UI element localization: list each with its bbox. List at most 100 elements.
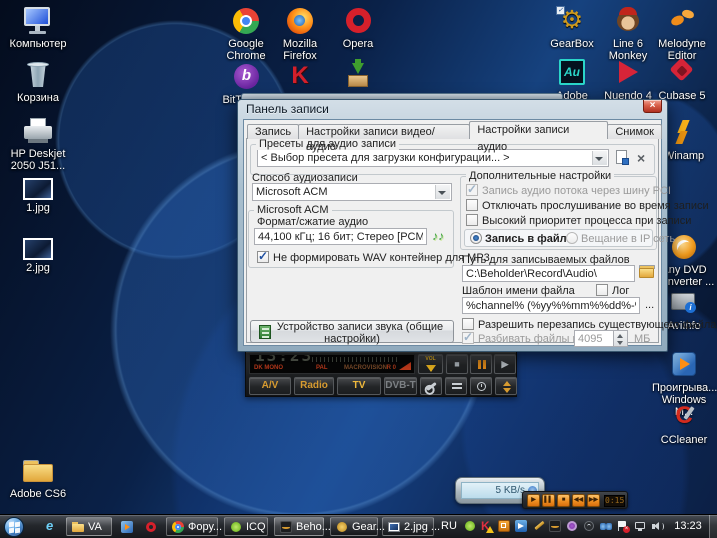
play-icon: ▶	[501, 359, 509, 369]
close-button[interactable]: ×	[643, 100, 662, 113]
desktop-icon-firefox[interactable]: Mozilla Firefox	[268, 6, 332, 62]
tab-audio-settings[interactable]: Настройки записи аудио	[469, 121, 609, 153]
channel-updown-button[interactable]	[495, 377, 517, 395]
tray-dark-circle-icon[interactable]	[583, 520, 595, 532]
taskbar-clock[interactable]: 13:23	[668, 520, 708, 532]
desktop-icon-opera[interactable]: Opera	[326, 6, 390, 50]
tab-snapshot[interactable]: Снимок	[607, 124, 662, 139]
split-unit-label: МБ	[634, 333, 651, 345]
taskbar-button-icq[interactable]: ICQ	[224, 517, 268, 536]
chrome-icon	[229, 6, 263, 36]
gearbox-icon	[336, 521, 348, 533]
tab-video-audio-settings[interactable]: Настройки записи видео/аудио	[298, 124, 471, 153]
desktop-icon-melodyne[interactable]: Melodyne Editor	[650, 6, 714, 62]
taskbar-button-va[interactable]: VA	[66, 517, 112, 536]
opera-icon	[341, 6, 375, 36]
desktop-icon-computer[interactable]: Компьютер	[6, 6, 70, 50]
desktop-icon-adobe-cs6[interactable]: Adobe CS6	[6, 456, 70, 500]
play-button[interactable]: ▶	[494, 354, 516, 374]
desktop-icon-recycle-bin[interactable]: Корзина	[6, 60, 70, 104]
desktop-icon-ccleaner[interactable]: C CCleaner	[652, 402, 716, 446]
mini-rewind-button[interactable]: ◀◀	[572, 494, 585, 507]
dialog-title: Панель записи	[246, 102, 329, 116]
save-preset-button[interactable]	[616, 150, 631, 166]
opera-taskbar-icon[interactable]	[145, 521, 157, 533]
tray-messenger-icon[interactable]	[515, 520, 527, 532]
printer-icon	[21, 116, 55, 146]
wmp-taskbar-icon[interactable]	[121, 521, 133, 533]
overwrite-checkbox[interactable]	[462, 318, 474, 330]
sound-device-button[interactable]: Устройство записи звука (общие настройки…	[250, 320, 454, 345]
tab-record[interactable]: Запись	[247, 124, 300, 139]
tray-network-icon[interactable]	[634, 520, 646, 532]
mini-forward-button[interactable]: ▶▶	[587, 494, 600, 507]
volume-wedge-icon	[399, 362, 411, 370]
desktop-icon-gearbox[interactable]: ⚙ ✓ GearBox	[540, 6, 604, 50]
scheduler-button[interactable]	[470, 377, 492, 395]
settings-wrench-button[interactable]	[420, 377, 442, 395]
template-more-button[interactable]: ...	[645, 299, 654, 311]
wav-container-checkbox[interactable]	[257, 249, 269, 263]
mute-monitor-checkbox[interactable]	[466, 199, 478, 211]
mini-stop-button[interactable]: ■	[557, 494, 570, 507]
mode-dvbt-button[interactable]: DVB-T	[384, 377, 417, 395]
recycle-bin-icon	[21, 60, 55, 90]
taskbar-button-forum[interactable]: Фору...	[166, 517, 222, 536]
filename-template-input[interactable]	[462, 297, 640, 314]
equalizer-button[interactable]	[445, 377, 467, 395]
ie-icon[interactable]: e	[46, 519, 58, 532]
split-size-spinner[interactable]	[614, 330, 628, 347]
browse-folder-button[interactable]	[639, 265, 655, 281]
taskbar-button-gearbox[interactable]: Gear...	[330, 517, 385, 536]
mini-play-button[interactable]: ▶	[527, 494, 540, 507]
desktop-icon-1jpg[interactable]: 1.jpg	[6, 178, 70, 214]
tray-pencil-icon[interactable]	[532, 520, 545, 532]
high-priority-checkbox[interactable]	[466, 214, 478, 226]
show-desktop-button[interactable]	[709, 515, 717, 538]
mini-player-bar: ▶ ▌▌ ■ ◀◀ ▶▶ 0:15	[522, 491, 628, 509]
tray-action-center-icon[interactable]: ×	[617, 520, 630, 533]
volume-button[interactable]: VOL	[418, 354, 443, 374]
taskbar: e VA Фору... ICQ Beho... Gear... 2.jpg .…	[0, 514, 717, 538]
record-path-input[interactable]	[462, 265, 635, 282]
tray-download-master-icon[interactable]	[498, 520, 510, 532]
pause-button[interactable]	[470, 354, 492, 374]
combo-dropdown-area[interactable]	[592, 151, 607, 165]
method-combobox[interactable]: Microsoft ACM	[252, 183, 452, 201]
photo-thumbnail-icon	[23, 178, 53, 200]
tray-bittorrent-icon[interactable]	[566, 520, 578, 532]
taskbar-button-2jpg[interactable]: 2.jpg ...	[382, 517, 440, 536]
tray-binoculars-icon[interactable]	[600, 520, 612, 532]
mini-pause-button[interactable]: ▌▌	[542, 494, 555, 507]
desktop-icon-printer[interactable]: HP Deskjet 2050 J51...	[6, 116, 70, 172]
split-files-checkbox[interactable]	[462, 330, 474, 344]
ip-broadcast-radio[interactable]	[566, 232, 578, 244]
format-input[interactable]	[254, 228, 427, 245]
log-checkbox[interactable]	[596, 284, 608, 296]
delete-preset-button[interactable]: ×	[637, 151, 645, 165]
mode-av-button[interactable]: A/V	[249, 377, 291, 395]
record-to-file-label: Запись в файл	[485, 233, 567, 245]
desktop-icon-cubase[interactable]: Cubase 5	[650, 57, 714, 102]
tray-volume-icon[interactable]	[651, 520, 664, 532]
extra-settings-label: Дополнительные настройки	[466, 170, 615, 182]
start-button[interactable]	[4, 517, 24, 537]
lcd-tick-ruler	[312, 357, 398, 362]
mode-tv-button[interactable]: TV	[337, 377, 381, 395]
tray-beholder-icon[interactable]	[549, 520, 561, 532]
record-to-file-radio[interactable]	[470, 232, 482, 244]
split-size-input[interactable]	[574, 330, 614, 347]
language-indicator[interactable]: RU	[441, 520, 457, 532]
combo-dropdown-area[interactable]	[435, 185, 450, 199]
audio-notes-icon[interactable]: ♪♪	[432, 229, 444, 243]
desktop-icon-label: Opera	[342, 38, 374, 50]
tray-kaspersky-icon[interactable]: K	[481, 520, 494, 533]
desktop-icon-2jpg[interactable]: 2.jpg	[6, 238, 70, 274]
pci-stream-checkbox[interactable]	[466, 182, 478, 196]
spin-down-icon	[617, 341, 623, 345]
tray-icq-icon[interactable]	[464, 520, 476, 532]
stop-button[interactable]: ■	[446, 354, 468, 374]
taskbar-button-beholder[interactable]: Beho...	[274, 517, 331, 536]
mode-radio-button[interactable]: Radio	[294, 377, 334, 395]
delete-icon: ×	[637, 150, 646, 166]
